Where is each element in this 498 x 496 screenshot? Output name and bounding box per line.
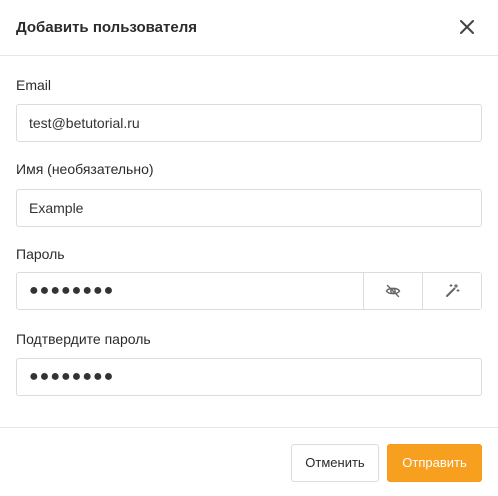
email-field[interactable]: test@betutorial.ru [16,104,482,142]
magic-wand-icon [446,283,460,297]
dialog-header: Добавить пользователя [0,0,498,56]
dialog-title: Добавить пользователя [16,19,197,36]
password-label: Пароль [16,246,65,262]
name-label: Имя (необязательно) [16,161,154,177]
confirm-password-label: Подтвердите пароль [16,331,151,347]
eye-off-icon [385,284,401,298]
email-label: Email [16,77,52,93]
generate-password-button[interactable] [422,273,481,309]
cancel-button[interactable]: Отменить [291,444,379,482]
add-user-dialog: Добавить пользователя Email test@betutor… [0,0,498,496]
dialog-footer: Отменить Отправить [0,427,498,496]
name-field[interactable]: Example [16,189,482,227]
confirm-password-field[interactable]: ●●●●●●●● [16,358,482,396]
submit-button[interactable]: Отправить [387,444,482,482]
password-input-group: ●●●●●●●● [16,272,482,310]
close-icon [460,20,474,34]
close-button[interactable] [456,16,478,38]
password-field[interactable]: ●●●●●●●● [29,273,114,309]
toggle-password-visibility-button[interactable] [363,273,422,309]
